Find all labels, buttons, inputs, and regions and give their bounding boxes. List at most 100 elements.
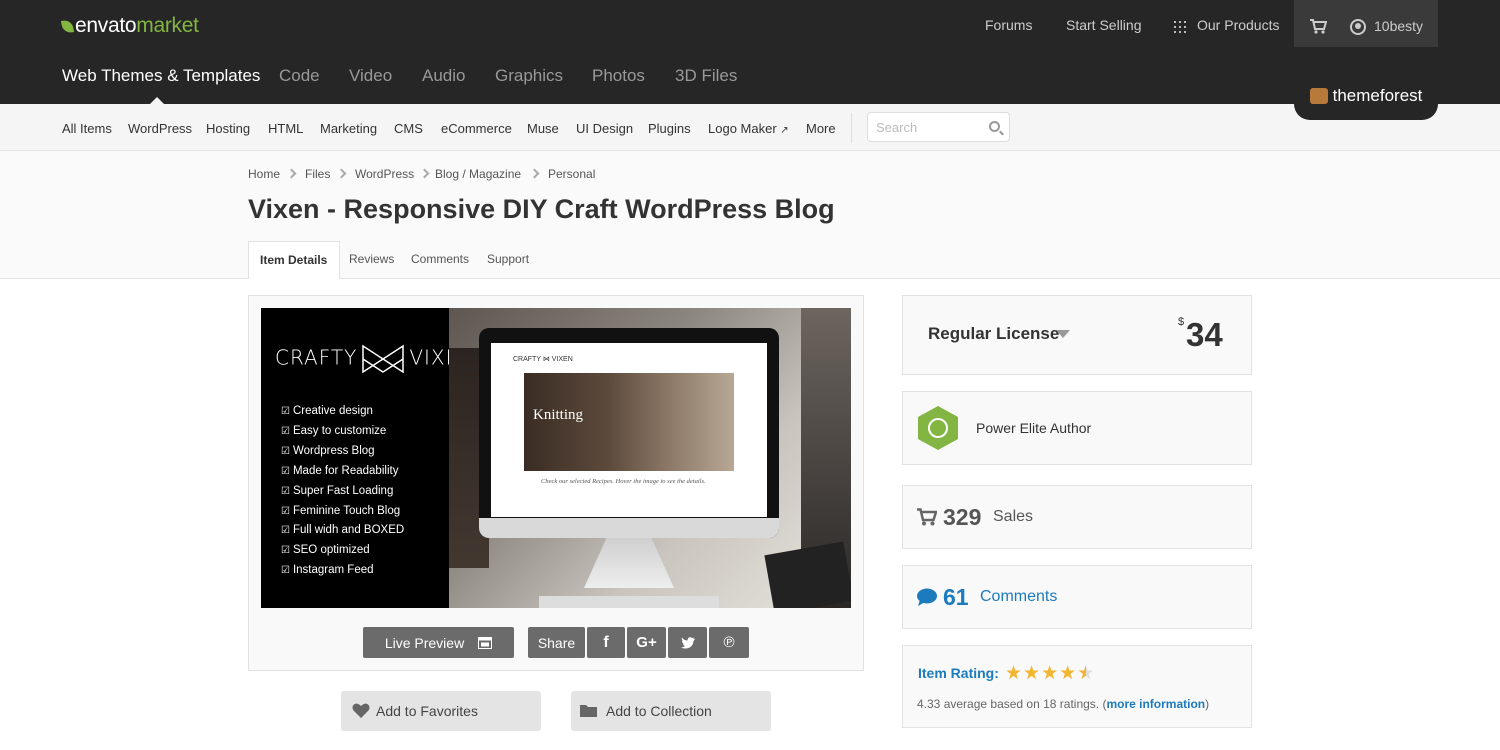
price: 34	[1186, 316, 1223, 353]
nav-graphics[interactable]: Graphics	[495, 66, 563, 86]
tab-reviews[interactable]: Reviews	[349, 252, 394, 266]
subnav-logo-maker[interactable]: Logo Maker ↗	[708, 121, 789, 136]
breadcrumb-wordpress[interactable]: WordPress	[355, 167, 414, 181]
monitor-chin	[479, 518, 779, 538]
top-header	[0, 0, 1500, 104]
logo-maker-label: Logo Maker	[708, 121, 777, 136]
subnav-cms[interactable]: CMS	[394, 121, 423, 136]
nav-web-themes[interactable]: Web Themes & Templates	[62, 66, 260, 86]
tab-comments[interactable]: Comments	[411, 252, 469, 266]
star-icon: ★	[1005, 663, 1024, 684]
live-preview-button[interactable]: Live Preview	[363, 627, 514, 658]
subnav-plugins[interactable]: Plugins	[648, 121, 691, 136]
add-to-favorites-button[interactable]: Add to Favorites	[341, 691, 541, 731]
feature-item: Creative design	[281, 402, 404, 422]
subnav-more[interactable]: More	[806, 121, 836, 136]
feature-item: Super Fast Loading	[281, 482, 404, 502]
preview-photo: CRAFTY ⋈ VIXEN Knitting Check our select…	[449, 308, 851, 608]
breadcrumb-files[interactable]: Files	[305, 167, 330, 181]
subnav-ui-design[interactable]: UI Design	[576, 121, 633, 136]
twitter-bird-icon	[680, 636, 695, 649]
folder-icon	[580, 705, 597, 717]
subnav-muse[interactable]: Muse	[527, 121, 559, 136]
feature-item: Made for Readability	[281, 462, 404, 482]
leaf-icon	[60, 18, 75, 34]
subnav-ecommerce[interactable]: eCommerce	[441, 121, 512, 136]
nav-video[interactable]: Video	[349, 66, 392, 86]
page-title: Vixen - Responsive DIY Craft WordPress B…	[248, 194, 835, 224]
category-subnav: All Items WordPress Hosting HTML Marketi…	[0, 104, 1500, 151]
search-box[interactable]	[867, 112, 1010, 142]
cart-icon	[917, 508, 937, 526]
tab-item-details-label: Item Details	[260, 253, 328, 267]
breadcrumb-personal[interactable]: Personal	[548, 167, 595, 181]
nav-code[interactable]: Code	[279, 66, 320, 86]
search-input[interactable]	[876, 120, 976, 135]
pinterest-share-icon[interactable]: ℗	[709, 627, 749, 658]
price-currency: $	[1178, 316, 1185, 328]
add-to-collection-label: Add to Collection	[606, 703, 712, 719]
sales-label: Sales	[993, 508, 1034, 525]
more-information-link[interactable]: more information	[1106, 697, 1205, 711]
logo-accent-text: market	[136, 14, 199, 37]
subnav-wordpress[interactable]: WordPress	[128, 121, 192, 136]
star-icon: ★	[1023, 663, 1042, 684]
themeforest-badge[interactable]: themeforest	[1294, 72, 1438, 120]
subnav-hosting[interactable]: Hosting	[206, 121, 250, 136]
subnav-divider	[851, 113, 852, 143]
search-icon[interactable]	[989, 121, 1000, 132]
author-badge-label: Power Elite Author	[976, 420, 1092, 436]
user-avatar-icon[interactable]	[1350, 19, 1366, 35]
subnav-all-items[interactable]: All Items	[62, 121, 112, 136]
google-plus-share-icon[interactable]: G+	[627, 627, 666, 658]
screen-logo: CRAFTY ⋈ VIXEN	[513, 356, 573, 363]
sales-count: 329	[943, 504, 982, 530]
username[interactable]: 10besty	[1374, 18, 1423, 34]
grid-icon	[1174, 21, 1186, 33]
half-star-icon: ★	[1077, 663, 1096, 684]
external-link-icon: ↗	[780, 125, 789, 136]
item-preview-image[interactable]: CRAFTYVIXEN Creative design Easy to cust…	[261, 308, 851, 608]
subnav-marketing[interactable]: Marketing	[320, 121, 377, 136]
rating-summary: 4.33 average based on 18 ratings. (more …	[917, 697, 1209, 711]
facebook-share-icon[interactable]: f	[587, 627, 625, 658]
preview-feature-column: CRAFTYVIXEN Creative design Easy to cust…	[261, 308, 474, 608]
rating-label: Item Rating:	[918, 665, 999, 681]
preview-brand: CRAFTY VIXEN	[275, 344, 475, 374]
tab-support[interactable]: Support	[487, 252, 529, 266]
keyboard-decor	[539, 596, 719, 608]
feature-list: Creative design Easy to customize Wordpr…	[281, 402, 404, 581]
twitter-share-icon[interactable]	[668, 627, 707, 658]
envato-market-logo[interactable]: envato market	[60, 14, 199, 38]
rating-summary-close: )	[1205, 697, 1210, 711]
bow-logo-icon	[362, 344, 405, 374]
monitor-mockup: CRAFTY ⋈ VIXEN Knitting Check our select…	[479, 328, 779, 538]
add-to-collection-button[interactable]: Add to Collection	[571, 691, 771, 731]
feature-item: Full widh and BOXED	[281, 521, 404, 541]
nav-photos[interactable]: Photos	[592, 66, 645, 86]
comments-count[interactable]: 61	[943, 584, 969, 611]
feature-item: SEO optimized	[281, 541, 404, 561]
themeforest-label: themeforest	[1332, 86, 1423, 105]
feature-item: Easy to customize	[281, 422, 404, 442]
nav-audio[interactable]: Audio	[422, 66, 465, 86]
license-selector[interactable]: Regular License	[928, 324, 1059, 344]
comments-link[interactable]: Comments	[980, 588, 1057, 606]
our-products-link[interactable]: Our Products	[1197, 17, 1279, 33]
breadcrumb-home[interactable]: Home	[248, 167, 280, 181]
breadcrumb-blog-magazine[interactable]: Blog / Magazine	[435, 167, 521, 181]
nav-3d-files[interactable]: 3D Files	[675, 66, 737, 86]
subnav-html[interactable]: HTML	[268, 121, 303, 136]
cart-icon[interactable]	[1310, 19, 1327, 34]
active-nav-caret	[150, 97, 164, 104]
tab-item-details[interactable]: Item Details	[248, 241, 340, 279]
add-to-favorites-label: Add to Favorites	[376, 703, 478, 719]
monitor-stand	[584, 538, 674, 588]
caret-down-icon[interactable]	[1056, 330, 1070, 338]
forums-link[interactable]: Forums	[985, 17, 1032, 33]
share-label: Share	[537, 634, 576, 651]
live-preview-label: Live Preview	[384, 634, 465, 651]
start-selling-link[interactable]: Start Selling	[1066, 17, 1141, 33]
speech-bubble-icon	[917, 588, 937, 606]
feature-item: Wordpress Blog	[281, 442, 404, 462]
